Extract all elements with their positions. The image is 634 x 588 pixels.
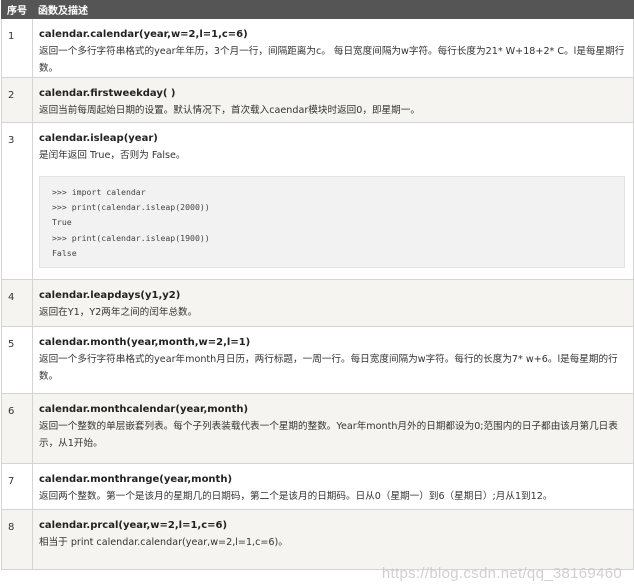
code-example: >>> import calendar >>> print(calendar.i… — [39, 176, 625, 269]
table-row: 1 calendar.calendar(year,w=2,l=1,c=6) 返回… — [1, 18, 634, 78]
row-content: calendar.calendar(year,w=2,l=1,c=6) 返回一个… — [32, 18, 634, 78]
code-line: >>> import calendar — [52, 187, 146, 197]
table-row: 8 calendar.prcal(year,w=2,l=1,c=6) 相当于 p… — [1, 509, 634, 570]
function-table: 序号 函数及描述 1 calendar.calendar(year,w=2,l=… — [1, 0, 634, 570]
row-number: 2 — [1, 77, 33, 123]
row-number: 5 — [1, 326, 33, 394]
function-description: 返回一个多行字符串格式的year年年历，3个月一行，间隔距离为c。 每日宽度间隔… — [39, 46, 625, 74]
table-row: 6 calendar.monthcalendar(year,month) 返回一… — [1, 393, 634, 464]
function-name: calendar.firstweekday( ) — [39, 88, 176, 99]
header-desc: 函数及描述 — [32, 0, 634, 19]
table-row: 5 calendar.month(year,month,w=2,l=1) 返回一… — [1, 326, 634, 394]
function-description: 返回当前每周起始日期的设置。默认情况下，首次载入caendar模块时返回0，即星… — [39, 105, 420, 116]
row-number: 6 — [1, 393, 33, 464]
row-content: calendar.prcal(year,w=2,l=1,c=6) 相当于 pri… — [32, 509, 634, 570]
function-description: 返回一个多行字符串格式的year年month月日历，两行标题，一周一行。每日宽度… — [39, 354, 618, 382]
row-content: calendar.monthrange(year,month) 返回两个整数。第… — [32, 463, 634, 510]
table-header-row: 序号 函数及描述 — [1, 0, 634, 19]
function-name: calendar.monthcalendar(year,month) — [39, 404, 249, 415]
function-name: calendar.month(year,month,w=2,l=1) — [39, 337, 251, 348]
row-content: calendar.firstweekday( ) 返回当前每周起始日期的设置。默… — [32, 77, 634, 123]
function-name: calendar.leapdays(y1,y2) — [39, 290, 181, 301]
row-content: calendar.isleap(year) 是闰年返回 True，否则为 Fal… — [32, 122, 634, 280]
code-line: >>> print(calendar.isleap(2000)) — [52, 202, 210, 213]
function-name: calendar.prcal(year,w=2,l=1,c=6) — [39, 520, 228, 531]
table-row: 4 calendar.leapdays(y1,y2) 返回在Y1，Y2两年之间的… — [1, 279, 634, 327]
row-number: 7 — [1, 463, 33, 510]
row-content: calendar.monthcalendar(year,month) 返回一个整… — [32, 393, 634, 464]
row-number: 8 — [1, 509, 33, 570]
code-line: False — [52, 247, 77, 258]
table-row: 3 calendar.isleap(year) 是闰年返回 True，否则为 F… — [1, 122, 634, 280]
row-number: 1 — [1, 18, 33, 78]
code-line: >>> print(calendar.isleap(1900)) — [52, 232, 210, 243]
function-description: 返回一个整数的单层嵌套列表。每个子列表装载代表一个星期的整数。Year年mont… — [39, 421, 618, 449]
function-name: calendar.calendar(year,w=2,l=1,c=6) — [39, 29, 248, 40]
code-line: True — [52, 217, 72, 228]
header-num: 序号 — [1, 0, 33, 19]
function-name: calendar.monthrange(year,month) — [39, 474, 233, 485]
row-content: calendar.month(year,month,w=2,l=1) 返回一个多… — [32, 326, 634, 394]
watermark-text: https://blog.csdn.net/qq_38169460 — [381, 565, 622, 582]
function-description: 是闰年返回 True，否则为 False。 — [39, 150, 186, 161]
row-content: calendar.leapdays(y1,y2) 返回在Y1，Y2两年之间的闰年… — [32, 279, 634, 327]
table-row: 7 calendar.monthrange(year,month) 返回两个整数… — [1, 463, 634, 510]
row-number: 4 — [1, 279, 33, 327]
function-description: 相当于 print calendar.calendar(year,w=2,l=1… — [39, 537, 288, 548]
row-number: 3 — [1, 122, 33, 280]
function-description: 返回在Y1，Y2两年之间的闰年总数。 — [39, 307, 198, 318]
function-description: 返回两个整数。第一个是该月的星期几的日期码，第二个是该月的日期码。日从0（星期一… — [39, 491, 553, 502]
table-row: 2 calendar.firstweekday( ) 返回当前每周起始日期的设置… — [1, 77, 634, 123]
function-name: calendar.isleap(year) — [39, 133, 158, 144]
